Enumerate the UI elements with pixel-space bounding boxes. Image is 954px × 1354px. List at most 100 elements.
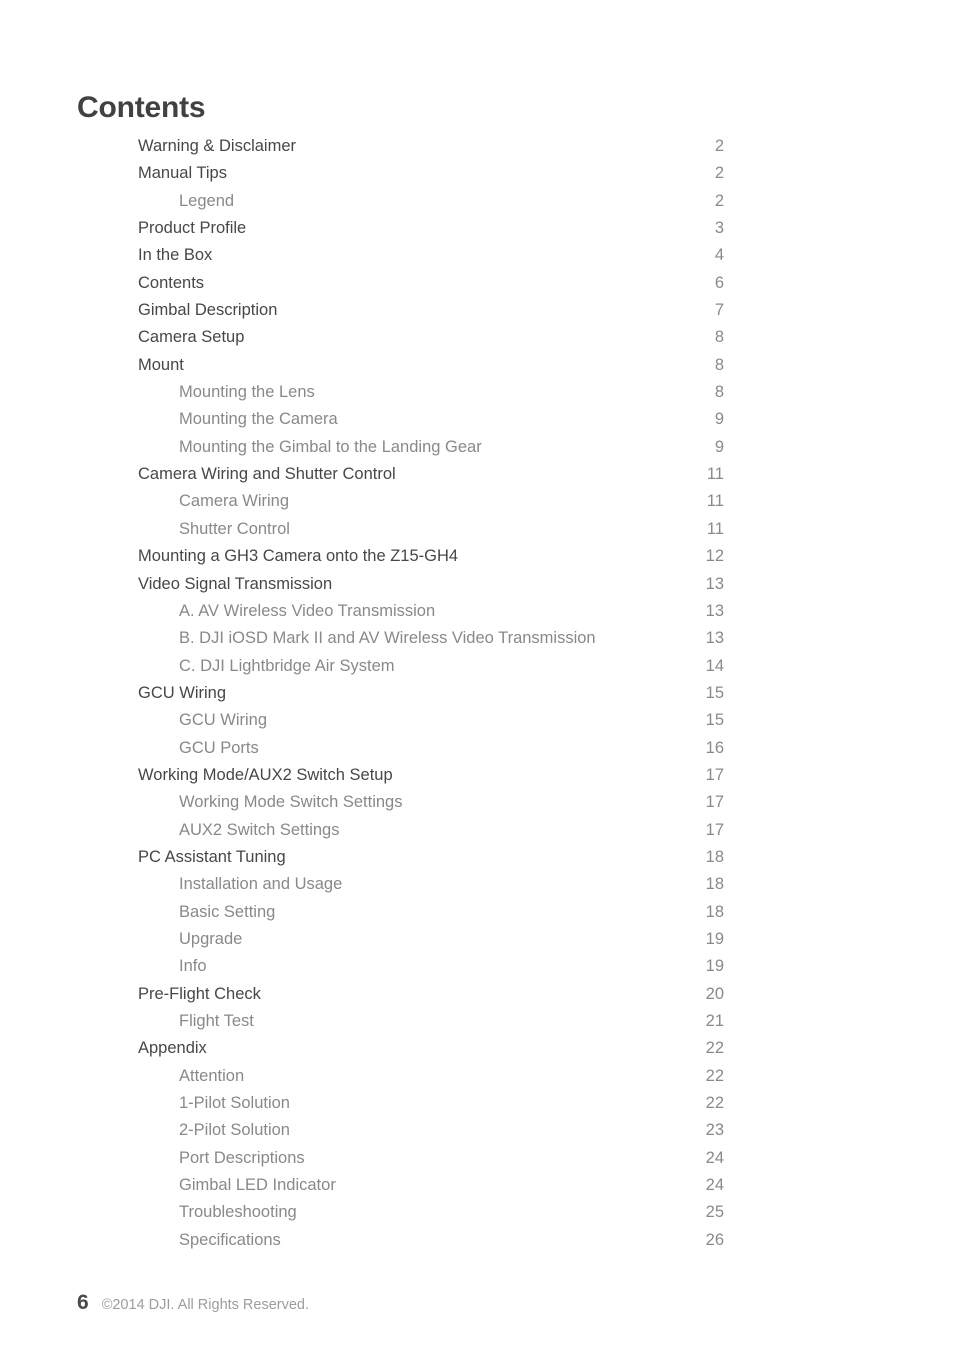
toc-entry-page-number: 2 [714, 191, 724, 210]
toc-entry[interactable]: Mount 8 [138, 352, 724, 379]
toc-entry[interactable]: C. DJI Lightbridge Air System 14 [138, 653, 724, 680]
toc-entry[interactable]: B. DJI iOSD Mark II and AV Wireless Vide… [138, 625, 724, 652]
toc-entry-page-number: 11 [706, 492, 724, 511]
toc-entry[interactable]: Flight Test 21 [138, 1008, 724, 1035]
toc-entry[interactable]: 1-Pilot Solution 22 [138, 1090, 724, 1117]
toc-entry[interactable]: Mounting a GH3 Camera onto the Z15-GH4 12 [138, 543, 724, 570]
toc-entry-page-number: 22 [705, 1039, 724, 1058]
toc-entry-label: Warning & Disclaimer [138, 137, 297, 155]
toc-entry-page-number: 18 [705, 902, 724, 921]
toc-entry[interactable]: Port Descriptions 24 [138, 1145, 724, 1172]
toc-entry-label: Installation and Usage [179, 875, 343, 894]
toc-entry-page-number: 13 [705, 629, 724, 648]
toc-entry[interactable]: Product Profile 3 [138, 215, 724, 242]
toc-entry-label: In the Box [138, 246, 213, 265]
toc-entry-label: Camera Wiring [179, 492, 290, 511]
toc-entry[interactable]: Manual Tips 2 [138, 160, 724, 187]
toc-entry[interactable]: Attention 22 [138, 1063, 724, 1090]
toc-entry-label: Troubleshooting [179, 1203, 297, 1222]
toc-entry[interactable]: Troubleshooting 25 [138, 1199, 724, 1226]
toc-entry-page-number: 19 [705, 957, 724, 976]
toc-entry-label: B. DJI iOSD Mark II and AV Wireless Vide… [179, 629, 596, 648]
toc-entry-page-number: 11 [706, 519, 724, 538]
toc-entry-label: C. DJI Lightbridge Air System [179, 656, 395, 675]
toc-entry[interactable]: Mounting the Camera 9 [138, 406, 724, 433]
toc-entry[interactable]: A. AV Wireless Video Transmission 13 [138, 598, 724, 625]
toc-entry[interactable]: Working Mode/AUX2 Switch Setup 17 [138, 762, 724, 789]
toc-entry-label: A. AV Wireless Video Transmission [179, 601, 436, 620]
toc-entry-page-number: 18 [705, 875, 724, 894]
toc-entry[interactable]: Mounting the Lens 8 [138, 379, 724, 406]
page-footer: 6 ©2014 DJI. All Rights Reserved. [77, 1292, 309, 1316]
toc-entry[interactable]: Basic Setting 18 [138, 899, 724, 926]
toc-entry-page-number: 23 [705, 1121, 724, 1140]
toc-entry-page-number: 9 [714, 410, 724, 429]
toc-entry-label: Mount [138, 355, 184, 374]
toc-entry-label: Mounting the Lens [179, 383, 315, 402]
toc-entry[interactable]: Shutter Control 11 [138, 516, 724, 543]
toc-entry-page-number: 25 [705, 1203, 724, 1222]
toc-entry[interactable]: GCU Wiring 15 [138, 707, 724, 734]
toc-entry-page-number: 16 [705, 738, 724, 757]
toc-entry[interactable]: Camera Setup 8 [138, 324, 724, 351]
toc-entry-page-number: 22 [705, 1094, 724, 1113]
toc-entry-label: Flight Test [179, 1012, 254, 1030]
contents-page: Contents Warning & Disclaimer 2 Manual Tip… [0, 0, 954, 1354]
toc-entry[interactable]: 2-Pilot Solution 23 [138, 1117, 724, 1144]
toc-entry[interactable]: Upgrade 19 [138, 926, 724, 953]
toc-entry-label: Camera Setup [138, 328, 245, 347]
toc-entry[interactable]: Pre-Flight Check 20 [138, 981, 724, 1008]
toc-entry-label: Port Descriptions [179, 1148, 305, 1167]
toc-entry-page-number: 7 [714, 301, 724, 320]
toc-entry[interactable]: Working Mode Switch Settings 17 [138, 789, 724, 816]
toc-entry[interactable]: GCU Ports 16 [138, 735, 724, 762]
toc-entry-page-number: 17 [705, 793, 724, 812]
toc-entry[interactable]: Gimbal LED Indicator 24 [138, 1172, 724, 1199]
toc-entry[interactable]: Legend 2 [138, 188, 724, 215]
toc-entry[interactable]: Specifications 26 [138, 1227, 724, 1254]
toc-entry[interactable]: Warning & Disclaimer 2 [138, 133, 724, 160]
toc-entry-label: PC Assistant Tuning [138, 847, 286, 866]
toc-entry-label: Info [179, 957, 207, 976]
toc-entry[interactable]: PC Assistant Tuning 18 [138, 844, 724, 871]
toc-entry[interactable]: Contents 6 [138, 270, 724, 297]
toc-entry[interactable]: In the Box 4 [138, 242, 724, 269]
toc-entry-page-number: 14 [705, 656, 724, 675]
toc-entry-page-number: 3 [714, 219, 724, 238]
toc-entry-label: 2-Pilot Solution [179, 1121, 290, 1140]
toc-entry[interactable]: AUX2 Switch Settings 17 [138, 817, 724, 844]
page-title: Contents [77, 91, 206, 125]
toc-entry-label: 1-Pilot Solution [179, 1094, 290, 1113]
toc-entry-label: Attention [179, 1066, 245, 1085]
toc-entry[interactable]: Mounting the Gimbal to the Landing Gear 9 [138, 434, 724, 461]
toc-entry-label: Working Mode Switch Settings [179, 793, 403, 812]
toc-entry-label: Mounting the Gimbal to the Landing Gear [179, 437, 482, 456]
toc-entry-page-number: 9 [714, 437, 724, 456]
table-of-contents: Warning & Disclaimer 2 Manual Tips 2 Legend 2… [138, 133, 724, 1254]
toc-entry[interactable]: Info 19 [138, 953, 724, 980]
toc-entry[interactable]: GCU Wiring 15 [138, 680, 724, 707]
toc-entry-page-number: 26 [705, 1230, 724, 1249]
toc-entry[interactable]: Camera Wiring and Shutter Control 11 [138, 461, 724, 488]
toc-entry-page-number: 12 [705, 547, 724, 566]
toc-entry-page-number: 24 [705, 1148, 724, 1167]
toc-entry-label: GCU Wiring [138, 683, 227, 702]
toc-entry-page-number: 15 [705, 683, 724, 702]
footer-copyright: ©2014 DJI. All Rights Reserved. [101, 1297, 310, 1313]
toc-entry-label: Pre-Flight Check [138, 984, 261, 1003]
toc-entry-label: Video Signal Transmission [138, 574, 333, 593]
toc-entry-page-number: 6 [714, 273, 724, 292]
toc-entry-label: Contents [138, 273, 205, 292]
toc-entry-page-number: 13 [705, 601, 724, 620]
toc-entry-label: AUX2 Switch Settings [179, 820, 340, 839]
toc-entry-page-number: 13 [705, 574, 724, 593]
toc-entry[interactable]: Camera Wiring 11 [138, 488, 724, 515]
toc-entry-label: Mounting a GH3 Camera onto the Z15-GH4 [138, 547, 459, 566]
toc-entry-page-number: 17 [705, 765, 724, 784]
toc-entry[interactable]: Installation and Usage 18 [138, 871, 724, 898]
toc-entry-page-number: 24 [705, 1176, 724, 1195]
toc-entry[interactable]: Appendix 22 [138, 1035, 724, 1062]
toc-entry-page-number: 2 [714, 137, 724, 155]
toc-entry[interactable]: Gimbal Description 7 [138, 297, 724, 324]
toc-entry[interactable]: Video Signal Transmission 13 [138, 571, 724, 598]
